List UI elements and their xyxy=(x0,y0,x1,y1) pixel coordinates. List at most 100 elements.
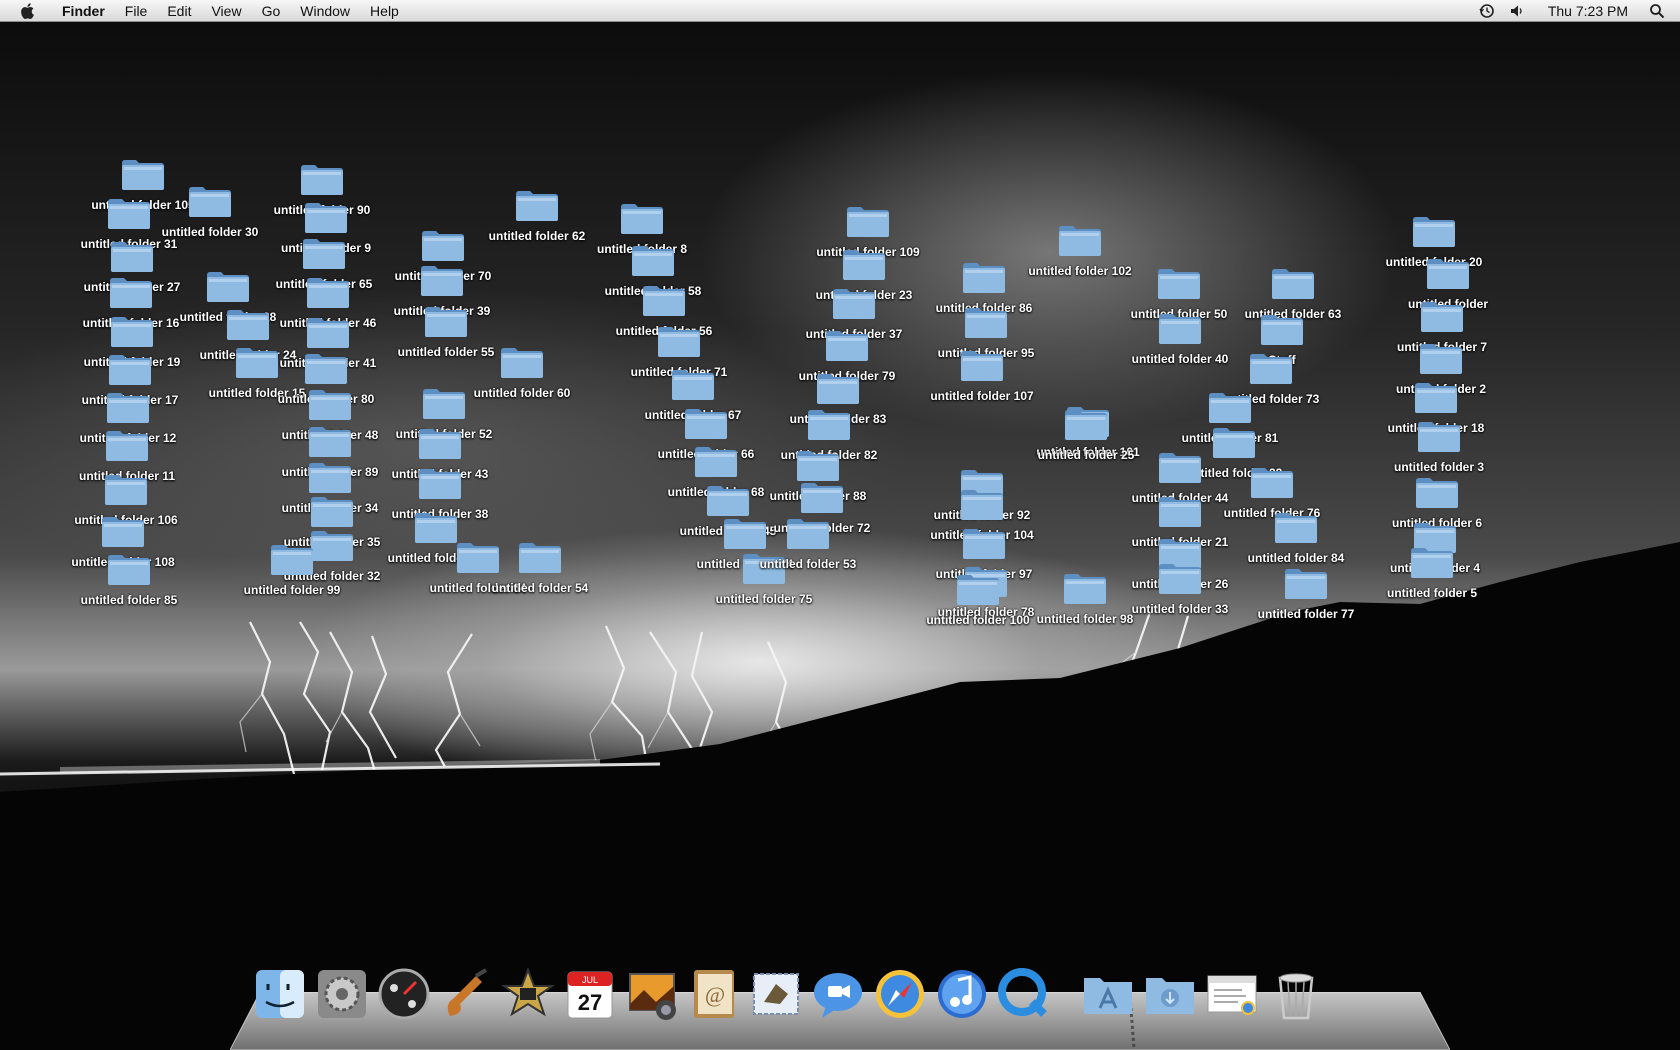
folder-icon xyxy=(787,519,829,549)
dock-item-mail[interactable] xyxy=(746,964,808,1024)
dock-item-itunes[interactable] xyxy=(932,964,994,1024)
folder-icon xyxy=(1413,217,1455,247)
menubar-clock[interactable]: Thu 7:23 PM xyxy=(1532,3,1642,19)
folder-icon xyxy=(1064,574,1106,604)
folder-icon xyxy=(301,165,343,195)
folder-icon xyxy=(111,317,153,347)
dock-item-downloads-folder[interactable] xyxy=(1140,964,1202,1024)
menubar: Finder File Edit View Go Window Help Thu… xyxy=(0,0,1680,22)
desktop-folder[interactable]: untitled folder 84 xyxy=(1236,510,1356,570)
folder-icon xyxy=(621,204,663,234)
desktop-folder[interactable]: untitled folder 85 xyxy=(69,552,189,612)
dock-item-document[interactable] xyxy=(1202,964,1264,1024)
volume-icon[interactable] xyxy=(1506,0,1528,22)
folder-icon xyxy=(658,327,700,357)
folder-label: untitled folder 3 xyxy=(1394,460,1484,474)
dock-item-applications-folder[interactable] xyxy=(1078,964,1140,1024)
desktop-folder[interactable]: untitled folder 53 xyxy=(748,516,868,576)
dock-item-quicktime[interactable] xyxy=(994,964,1056,1024)
folder-icon xyxy=(961,351,1003,381)
folder-icon xyxy=(833,289,875,319)
desktop-folder[interactable]: untitled folder 30 xyxy=(150,184,270,244)
folder-icon xyxy=(1275,513,1317,543)
folder-icon xyxy=(305,354,347,384)
desktop-folder[interactable]: untitled folder 33 xyxy=(1120,561,1240,621)
dock-item-garageband[interactable] xyxy=(436,964,498,1024)
folder-icon xyxy=(303,239,345,269)
folder-icon xyxy=(965,308,1007,338)
dock-item-trash[interactable] xyxy=(1266,964,1328,1024)
menu-edit[interactable]: Edit xyxy=(157,0,201,22)
dock-item-dashboard[interactable] xyxy=(374,964,436,1024)
dock-item-ichat[interactable] xyxy=(808,964,870,1024)
apple-menu-icon[interactable] xyxy=(18,2,38,20)
folder-icon xyxy=(643,286,685,316)
folder-icon xyxy=(109,355,151,385)
desktop-folder[interactable]: untitled folder 107 xyxy=(922,348,1042,408)
dock-item-ical[interactable]: JUL 27 xyxy=(560,964,622,1024)
dock-item-iphoto[interactable] xyxy=(622,964,684,1024)
folder-icon xyxy=(419,469,461,499)
quicktime-icon xyxy=(998,968,1047,1017)
folder-icon xyxy=(102,517,144,547)
folder-icon xyxy=(516,191,558,221)
safari-icon xyxy=(876,970,924,1018)
system-preferences-icon xyxy=(318,970,366,1018)
folder-icon xyxy=(1416,478,1458,508)
ichat-icon xyxy=(814,973,862,1018)
desktop-folder[interactable]: untitled folder 100 xyxy=(918,572,1038,632)
folder-icon xyxy=(309,427,351,457)
folder-icon xyxy=(271,545,313,575)
folder-icon xyxy=(207,272,249,302)
dock-item-address-book[interactable]: @ xyxy=(684,964,746,1024)
folder-icon xyxy=(1158,269,1200,299)
downloads-folder-icon xyxy=(1146,978,1194,1014)
folder-icon xyxy=(107,393,149,423)
folder-label: untitled folder 85 xyxy=(80,593,178,607)
menu-go[interactable]: Go xyxy=(252,0,291,22)
dock-item-safari[interactable] xyxy=(870,964,932,1024)
folder-icon xyxy=(1421,302,1463,332)
desktop-folder[interactable]: untitled folder 99 xyxy=(232,542,352,602)
folder-icon xyxy=(519,543,561,573)
app-menu-finder[interactable]: Finder xyxy=(52,0,115,22)
folder-icon xyxy=(425,307,467,337)
folder-icon xyxy=(1159,497,1201,527)
menu-window[interactable]: Window xyxy=(290,0,360,22)
menu-view[interactable]: View xyxy=(201,0,251,22)
folder-icon xyxy=(1159,453,1201,483)
folder-icon xyxy=(422,231,464,261)
dock-item-finder[interactable] xyxy=(250,964,312,1024)
folder-label: untitled folder 99 xyxy=(243,583,341,597)
imovie-icon xyxy=(500,967,556,1017)
menu-help[interactable]: Help xyxy=(360,0,409,22)
desktop-folder[interactable]: untitled folder 77 xyxy=(1246,566,1366,626)
document-icon xyxy=(1207,975,1257,1015)
folder-icon xyxy=(419,429,461,459)
folder-icon xyxy=(307,278,349,308)
spotlight-icon[interactable] xyxy=(1646,0,1668,22)
folder-icon xyxy=(1418,422,1460,452)
desktop-folder[interactable]: untitled folder 3 xyxy=(1379,419,1499,479)
folder-label: untitled folder 5 xyxy=(1387,586,1477,600)
iphoto-icon xyxy=(629,973,676,1020)
folder-icon xyxy=(963,529,1005,559)
folder-label: untitled folder 75 xyxy=(715,592,813,606)
folder-icon xyxy=(309,390,351,420)
desktop-folder[interactable]: untitled folder 54 xyxy=(480,540,600,600)
folder-icon xyxy=(189,187,231,217)
folder-label: untitled folder 100 xyxy=(926,613,1030,627)
menu-file[interactable]: File xyxy=(115,0,158,22)
folder-icon xyxy=(105,475,147,505)
dock-item-imovie[interactable] xyxy=(498,964,560,1024)
folder-icon xyxy=(421,266,463,296)
address-book-icon: @ xyxy=(694,970,734,1018)
desktop-folder[interactable]: untitled folder 5 xyxy=(1372,545,1492,605)
folder-icon xyxy=(1285,569,1327,599)
garageband-icon xyxy=(447,968,488,1016)
folder-icon xyxy=(501,348,543,378)
folder-icon xyxy=(672,370,714,400)
time-machine-icon[interactable] xyxy=(1476,0,1498,22)
dock-item-system-preferences[interactable] xyxy=(312,964,374,1024)
folder-icon xyxy=(1059,226,1101,256)
